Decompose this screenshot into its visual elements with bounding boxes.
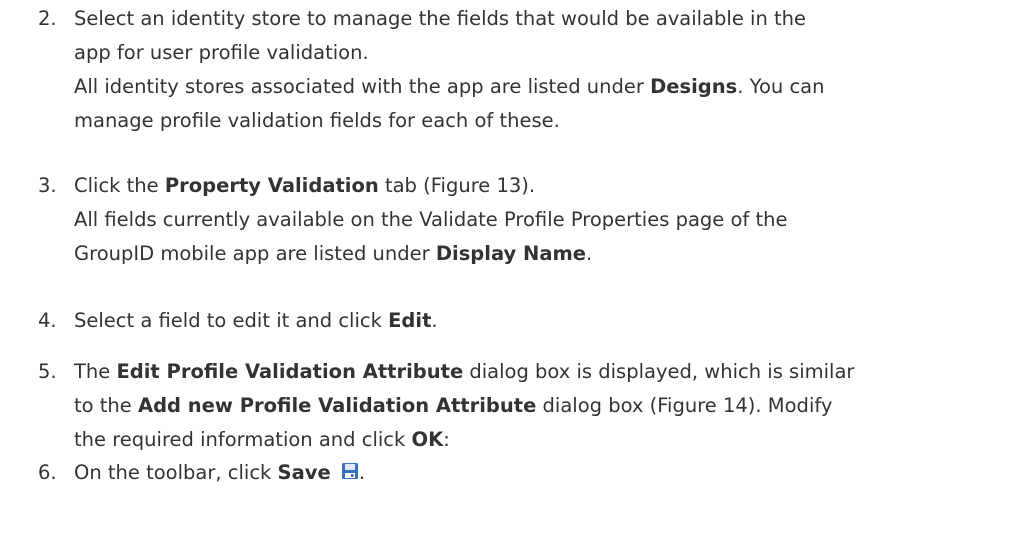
step-text-run: dialog box is displayed, which is simila… (463, 360, 855, 383)
step-line: All fields currently available on the Va… (74, 203, 1014, 237)
step-text-run: the required information and click (74, 428, 412, 451)
ui-term: Add new Profile Validation Attribute (137, 394, 537, 417)
step-text-run: Select an identity store to manage the f… (74, 7, 807, 30)
step-text-run (331, 461, 337, 484)
ui-term: Edit Profile Validation Attribute (116, 360, 464, 383)
ui-term: Designs (650, 75, 738, 98)
step-text: The Edit Profile Validation Attribute di… (74, 355, 1014, 457)
step-number: 4. (38, 309, 57, 332)
step-text-run: app for user profile validation. (74, 41, 369, 64)
step-text-run: . (358, 461, 366, 484)
ui-term: Save (277, 461, 331, 484)
step-text-run: All fields currently available on the Va… (74, 208, 788, 231)
step-text-run: . (431, 309, 438, 332)
step-number: 5. (38, 360, 57, 383)
step-line: manage profile validation fields for eac… (74, 104, 1014, 138)
ui-term: Display Name (435, 242, 587, 265)
step-line: the required information and click OK: (74, 423, 1014, 457)
ui-term: OK (411, 428, 444, 451)
step-text-run: to the (74, 394, 138, 417)
step-line: The Edit Profile Validation Attribute di… (74, 355, 1014, 389)
step-line: All identity stores associated with the … (74, 70, 1014, 104)
step-text-run: On the toolbar, click (74, 461, 278, 484)
step-text-run: : (443, 428, 450, 451)
step-line: GroupID mobile app are listed under Disp… (74, 237, 1014, 271)
step-line: Select a field to edit it and click Edit… (74, 304, 1014, 338)
step-text-run: manage profile validation fields for eac… (74, 109, 560, 132)
step-line: On the toolbar, click Save . (74, 456, 1014, 490)
step-text: Select a field to edit it and click Edit… (74, 304, 1014, 338)
step-line: Click the Property Validation tab (Figur… (74, 169, 1014, 203)
step-text-run: dialog box (Figure 14). Modify (536, 394, 833, 417)
save-icon (341, 462, 359, 480)
step-text-run: Select a field to edit it and click (74, 309, 389, 332)
step-text-run: GroupID mobile app are listed under (74, 242, 436, 265)
step-text-run: tab (Figure 13). (378, 174, 536, 197)
step-line: app for user profile validation. (74, 36, 1014, 70)
step-text: Click the Property Validation tab (Figur… (74, 169, 1014, 271)
document-body: 2. Select an identity store to manage th… (0, 0, 1027, 539)
step-text-run: . (586, 242, 593, 265)
step-line: to the Add new Profile Validation Attrib… (74, 389, 1014, 423)
step-text-run: All identity stores associated with the … (74, 75, 651, 98)
step-number: 6. (38, 461, 57, 484)
ui-term: Property Validation (164, 174, 379, 197)
step-number: 2. (38, 7, 57, 30)
step-number: 3. (38, 174, 57, 197)
step-text-run: The (74, 360, 117, 383)
step-text-run: Click the (74, 174, 165, 197)
step-line: Select an identity store to manage the f… (74, 2, 1014, 36)
step-text: Select an identity store to manage the f… (74, 2, 1014, 138)
ui-term: Edit (388, 309, 432, 332)
step-text: On the toolbar, click Save . (74, 456, 1014, 490)
step-text-run: . You can (737, 75, 825, 98)
